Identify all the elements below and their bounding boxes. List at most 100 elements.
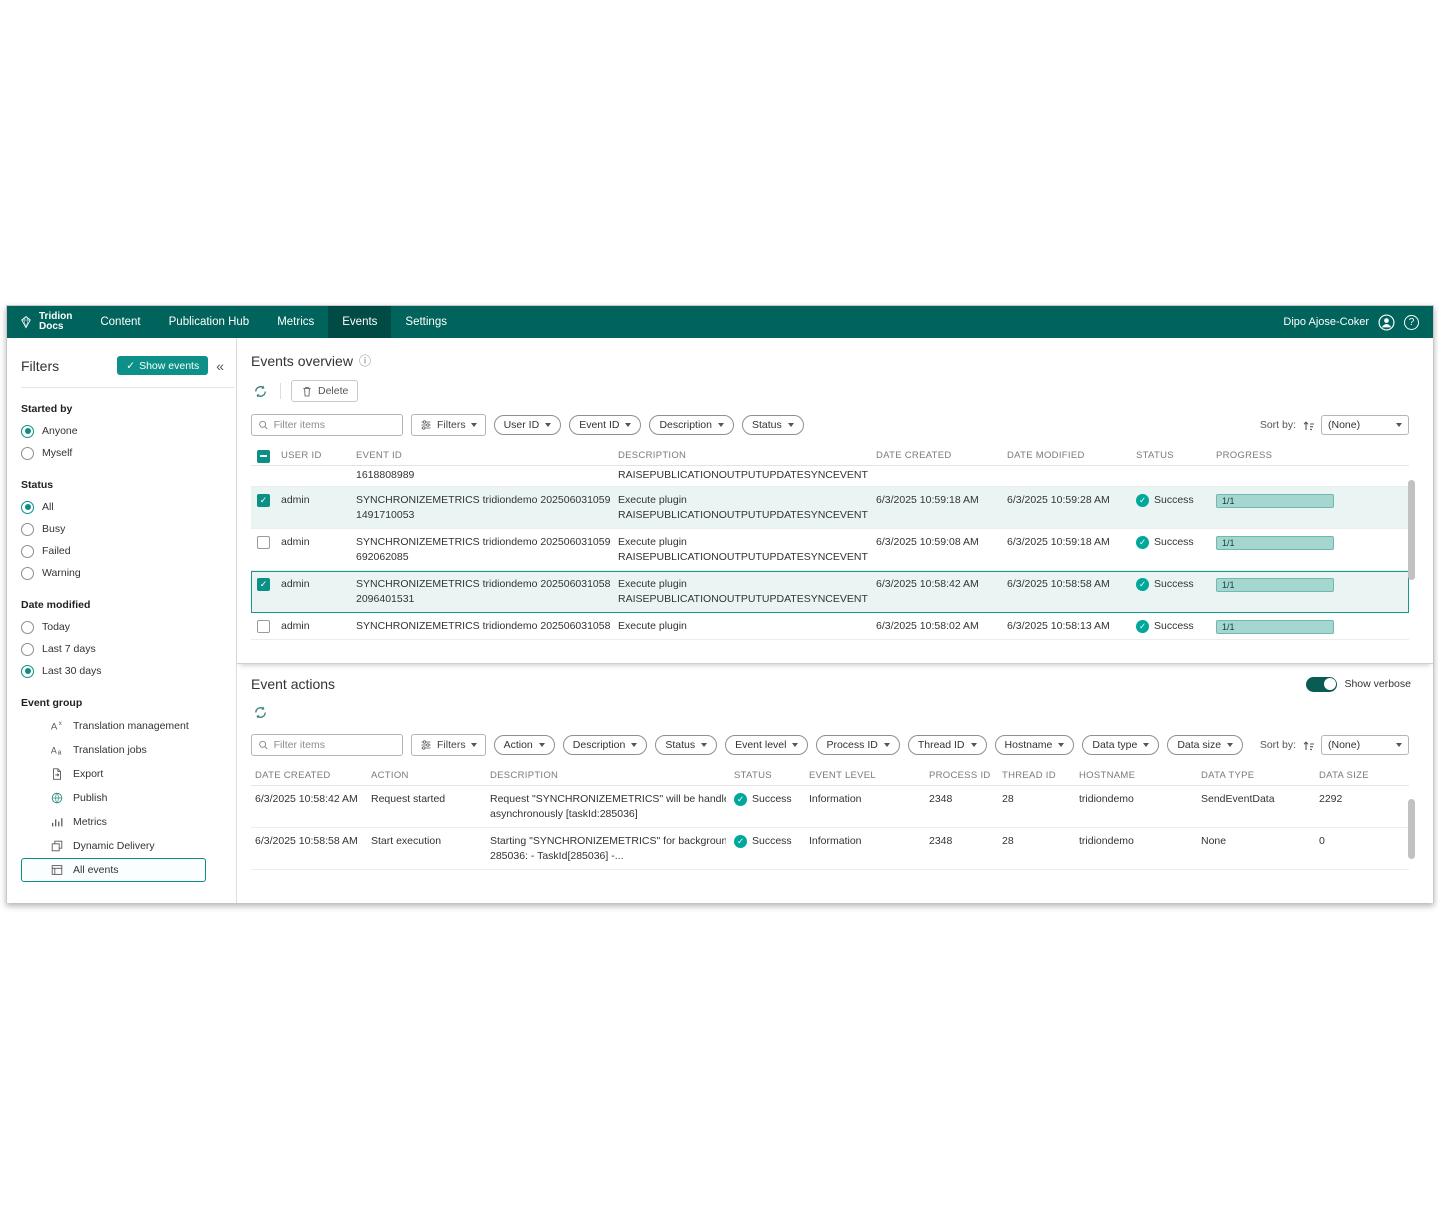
publish-icon <box>50 791 64 805</box>
column-header[interactable]: USER ID <box>281 448 356 463</box>
sort-order-icon[interactable] <box>1302 739 1315 752</box>
nav-item-events[interactable]: Events <box>328 306 391 338</box>
column-header[interactable]: DATE CREATED <box>251 768 371 783</box>
radio-last-7-days[interactable]: Last 7 days <box>21 638 236 660</box>
filter-pill-thread-id[interactable]: Thread ID <box>908 735 987 755</box>
actions-search <box>251 734 403 756</box>
actions-filter-input[interactable] <box>274 739 396 751</box>
column-header[interactable]: DATE CREATED <box>876 448 1007 463</box>
sidebar-item-translation-jobs[interactable]: Aa Translation jobs <box>21 738 206 762</box>
svg-text:A: A <box>51 746 57 756</box>
table-row[interactable]: ✓ admin SYNCHRONIZEMETRICS tridiondemo 2… <box>251 487 1409 529</box>
column-header[interactable]: EVENT ID <box>356 448 618 463</box>
avatar-icon[interactable] <box>1378 314 1395 331</box>
overview-scrollbar[interactable] <box>1408 480 1415 580</box>
filter-pill-data-type[interactable]: Data type <box>1082 735 1159 755</box>
sidebar-item-translation-management[interactable]: Ax Translation management <box>21 714 206 738</box>
help-icon[interactable]: ? <box>1404 315 1419 330</box>
column-header[interactable]: THREAD ID <box>1002 768 1079 783</box>
column-header[interactable]: DESCRIPTION <box>618 448 876 463</box>
column-header[interactable]: ACTION <box>371 768 490 783</box>
sidebar-item-all-events[interactable]: All events <box>21 858 206 882</box>
filter-pill-hostname[interactable]: Hostname <box>995 735 1075 755</box>
filter-pill-description[interactable]: Description <box>563 735 648 755</box>
column-header[interactable]: DATA TYPE <box>1201 768 1319 783</box>
row-checkbox[interactable] <box>257 620 270 633</box>
sort-order-icon[interactable] <box>1302 419 1315 432</box>
select-all-checkbox[interactable] <box>257 450 270 463</box>
column-header[interactable]: DATA SIZE <box>1319 768 1409 783</box>
user-name[interactable]: Dipo Ajose-Coker <box>1283 316 1369 328</box>
column-header[interactable]: EVENT LEVEL <box>809 768 929 783</box>
sidebar-item-export[interactable]: Export <box>21 762 206 786</box>
radio-warning[interactable]: Warning <box>21 562 236 584</box>
nav-item-metrics[interactable]: Metrics <box>263 306 328 338</box>
column-header[interactable]: STATUS <box>1136 448 1216 463</box>
radio-busy[interactable]: Busy <box>21 518 236 540</box>
info-icon[interactable]: ⓘ <box>359 352 371 369</box>
chevron-down-icon <box>625 423 631 427</box>
show-verbose-toggle[interactable] <box>1306 677 1337 692</box>
nav-item-settings[interactable]: Settings <box>391 306 461 338</box>
overview-sort-select[interactable]: (None) <box>1321 415 1409 435</box>
row-checkbox[interactable]: ✓ <box>257 494 270 507</box>
column-header[interactable]: STATUS <box>734 768 809 783</box>
actions-filter-row: Filters Action Description Status Event … <box>251 734 1433 756</box>
table-row[interactable]: 6/3/2025 10:58:42 AM Request started Req… <box>251 786 1409 828</box>
chevron-down-icon <box>1227 743 1233 747</box>
filter-pill-description[interactable]: Description <box>649 415 734 435</box>
search-icon <box>258 419 269 431</box>
check-icon: ✓ <box>126 360 135 372</box>
filter-pill-user-id[interactable]: User ID <box>494 415 562 435</box>
radio-anyone[interactable]: Anyone <box>21 420 236 442</box>
table-row[interactable]: 6/3/2025 10:58:58 AM Start execution Sta… <box>251 828 1409 870</box>
sidebar-item-dynamic-delivery[interactable]: Dynamic Delivery <box>21 834 206 858</box>
filter-group-started-by: Started by Anyone Myself <box>21 403 236 464</box>
filter-group-label: Status <box>21 479 236 491</box>
column-header[interactable]: DESCRIPTION <box>490 768 734 783</box>
filter-pill-status[interactable]: Status <box>742 415 804 435</box>
column-header[interactable]: DATE MODIFIED <box>1007 448 1136 463</box>
row-checkbox[interactable] <box>257 536 270 549</box>
radio-today[interactable]: Today <box>21 616 236 638</box>
svg-text:A: A <box>51 722 58 733</box>
nav-item-content[interactable]: Content <box>86 306 154 338</box>
filters-title: Filters <box>21 358 59 374</box>
radio-last-30-days[interactable]: Last 30 days <box>21 660 236 682</box>
chevron-down-icon <box>701 743 707 747</box>
refresh-button[interactable] <box>251 703 270 722</box>
radio-all[interactable]: All <box>21 496 236 518</box>
collapse-sidebar-icon[interactable]: « <box>216 359 224 373</box>
radio-myself[interactable]: Myself <box>21 442 236 464</box>
sidebar-item-metrics[interactable]: Metrics <box>21 810 206 834</box>
filter-pill-event-level[interactable]: Event level <box>725 735 808 755</box>
filter-pill-data-size[interactable]: Data size <box>1167 735 1243 755</box>
table-row[interactable]: ✓ admin SYNCHRONIZEMETRICS tridiondemo 2… <box>251 571 1409 613</box>
refresh-button[interactable] <box>251 382 270 401</box>
show-events-button[interactable]: ✓ Show events <box>117 356 208 375</box>
actions-sort-select[interactable]: (None) <box>1321 735 1409 755</box>
nav-item-publication-hub[interactable]: Publication Hub <box>155 306 264 338</box>
table-row[interactable]: admin SYNCHRONIZEMETRICS tridiondemo 202… <box>251 613 1409 640</box>
column-header[interactable]: PROGRESS <box>1216 448 1409 463</box>
overview-filters-button[interactable]: Filters <box>411 414 486 436</box>
actions-filters-button[interactable]: Filters <box>411 734 486 756</box>
table-row[interactable]: 1618808989 RAISEPUBLICATIONOUTPUTUPDATES… <box>251 466 1409 487</box>
actions-scrollbar[interactable] <box>1408 799 1415 859</box>
filter-pill-process-id[interactable]: Process ID <box>816 735 899 755</box>
overview-filter-input[interactable] <box>274 419 396 431</box>
column-header[interactable]: HOSTNAME <box>1079 768 1201 783</box>
filter-pill-action[interactable]: Action <box>494 735 555 755</box>
filter-group-label: Date modified <box>21 599 236 611</box>
delete-button[interactable]: Delete <box>291 380 358 402</box>
sidebar-item-publish[interactable]: Publish <box>21 786 206 810</box>
event-actions-title: Event actions <box>251 676 335 692</box>
filter-pill-status[interactable]: Status <box>655 735 717 755</box>
row-checkbox[interactable]: ✓ <box>257 578 270 591</box>
table-row[interactable]: admin SYNCHRONIZEMETRICS tridiondemo 202… <box>251 529 1409 571</box>
filter-pill-event-id[interactable]: Event ID <box>569 415 641 435</box>
status-badge: ✓Success <box>1136 535 1208 550</box>
overview-table-body: 1618808989 RAISEPUBLICATIONOUTPUTUPDATES… <box>251 466 1409 656</box>
radio-failed[interactable]: Failed <box>21 540 236 562</box>
column-header[interactable]: PROCESS ID <box>929 768 1002 783</box>
